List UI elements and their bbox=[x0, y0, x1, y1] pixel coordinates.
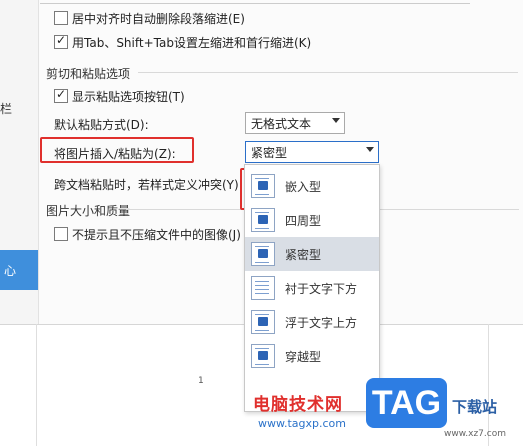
cut-paste-section-title: 剪切和粘贴选项 bbox=[46, 67, 519, 81]
tight-wrap-icon bbox=[251, 242, 275, 266]
show-paste-button-checkbox[interactable] bbox=[54, 87, 68, 103]
show-paste-button-label: 显示粘贴选项按钮(T) bbox=[72, 90, 185, 104]
cross-doc-conflict-label: 跨文档粘贴时，若样式定义冲突(Y): bbox=[54, 178, 243, 192]
wrap-option-label: 衬于文字下方 bbox=[285, 282, 358, 296]
wrap-style-dropdown[interactable]: 嵌入型 四周型 紧密型 衬于文字下方 浮于文字上方 穿越型 bbox=[244, 164, 380, 412]
through-wrap-icon bbox=[251, 344, 275, 368]
sidebar-item-partial[interactable]: 栏 bbox=[0, 100, 12, 117]
in-front-of-text-icon bbox=[251, 310, 275, 334]
wrap-option-through[interactable]: 穿越型 bbox=[245, 339, 379, 373]
insert-image-value: 紧密型 bbox=[251, 146, 288, 160]
default-paste-value: 无格式文本 bbox=[251, 117, 312, 131]
wrap-option-label: 紧密型 bbox=[285, 248, 322, 262]
wrap-option-square[interactable]: 四周型 bbox=[245, 203, 379, 237]
no-compress-label: 不提示且不压缩文件中的图像(J) bbox=[72, 228, 241, 242]
square-wrap-icon bbox=[251, 208, 275, 232]
sidebar-item-active[interactable]: 心 bbox=[0, 250, 38, 290]
wrap-option-tight[interactable]: 紧密型 bbox=[245, 237, 379, 271]
wrap-option-label: 穿越型 bbox=[285, 350, 322, 364]
tag-logo-url: www.xz7.com bbox=[444, 429, 506, 439]
chevron-down-icon bbox=[332, 118, 340, 123]
no-compress-checkbox[interactable] bbox=[54, 227, 68, 241]
clipped-row bbox=[40, 0, 470, 4]
image-quality-section-title: 图片大小和质量 bbox=[46, 204, 520, 218]
watermark-site-name: 电脑技术网 bbox=[253, 395, 343, 415]
chevron-down-icon bbox=[366, 147, 374, 152]
tag-logo-subtitle: 下载站 bbox=[452, 398, 498, 416]
sidebar-item-active-label: 心 bbox=[4, 264, 17, 278]
wrap-option-behind-text[interactable]: 衬于文字下方 bbox=[245, 271, 379, 305]
wrap-option-in-front-of-text[interactable]: 浮于文字上方 bbox=[245, 305, 379, 339]
watermark-site-url: www.tagxp.com bbox=[258, 417, 346, 430]
page-left-edge bbox=[36, 324, 37, 446]
auto-delete-indent-checkbox[interactable] bbox=[54, 11, 68, 25]
default-paste-label: 默认粘贴方式(D): bbox=[54, 118, 149, 132]
behind-text-icon bbox=[251, 276, 275, 300]
wrap-option-label: 浮于文字上方 bbox=[285, 316, 358, 330]
highlight-insert-image-label bbox=[40, 137, 194, 163]
tag-logo: TAG bbox=[366, 378, 447, 428]
sidebar: 栏 心 bbox=[0, 0, 39, 324]
wrap-option-label: 嵌入型 bbox=[285, 180, 322, 194]
page-right-edge bbox=[488, 324, 489, 446]
auto-delete-indent-label: 居中对齐时自动删除段落缩进(E) bbox=[72, 12, 245, 26]
page-number: 1 bbox=[198, 376, 204, 386]
default-paste-select[interactable]: 无格式文本 bbox=[245, 112, 345, 134]
tab-indent-checkbox[interactable] bbox=[54, 33, 68, 49]
insert-image-select[interactable]: 紧密型 bbox=[245, 141, 379, 163]
wrap-option-label: 四周型 bbox=[285, 214, 322, 228]
tab-indent-label: 用Tab、Shift+Tab设置左缩进和首行缩进(K) bbox=[72, 36, 312, 50]
inline-wrap-icon bbox=[251, 174, 275, 198]
wrap-option-inline[interactable]: 嵌入型 bbox=[245, 169, 379, 203]
